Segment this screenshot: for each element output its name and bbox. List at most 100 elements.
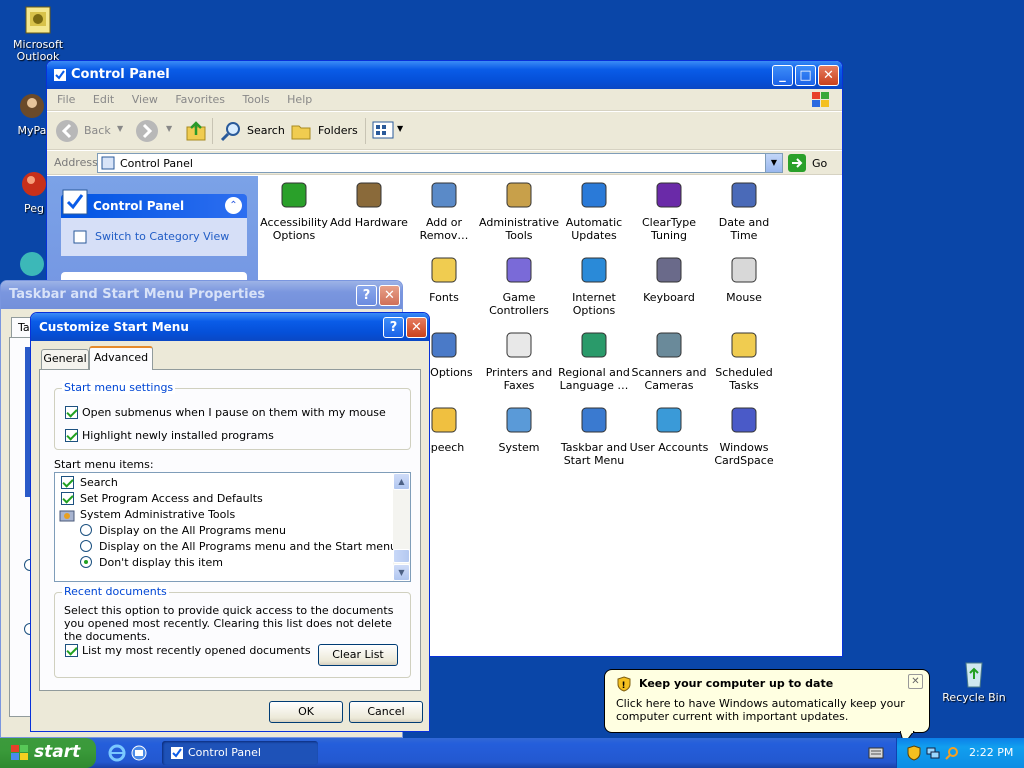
- outlook-express-icon[interactable]: [130, 744, 148, 762]
- taskbar: start Control Panel 2:22 PM: [0, 738, 1024, 768]
- menu-view[interactable]: View: [132, 93, 158, 106]
- radio-dont-display[interactable]: [80, 556, 92, 568]
- update-balloon[interactable]: ! Keep your computer up to date ✕ Click …: [604, 669, 930, 733]
- help-button[interactable]: ?: [356, 285, 377, 306]
- views-button[interactable]: ▼: [372, 121, 408, 143]
- highlight-programs-checkbox[interactable]: [65, 429, 78, 442]
- radio-all-programs-and-start[interactable]: [80, 540, 92, 552]
- minimize-button[interactable]: _: [772, 65, 793, 86]
- settings-group-title: Start menu settings: [62, 381, 176, 394]
- collapse-chevron-icon[interactable]: ⌃: [225, 197, 242, 214]
- keyboard-language-icon[interactable]: [868, 747, 884, 759]
- menu-tools[interactable]: Tools: [243, 93, 270, 106]
- tab-panel: Start menu settings Open submenus when I…: [39, 369, 421, 691]
- security-shield-icon[interactable]: [907, 745, 921, 761]
- desktop-icon-outlook[interactable]: Microsoft Outlook: [0, 4, 76, 63]
- control-panel-item[interactable]: ClearType Tuning: [629, 178, 709, 242]
- go-button[interactable]: Go: [788, 153, 836, 173]
- menu-file[interactable]: File: [57, 93, 75, 106]
- control-panel-item[interactable]: Date and Time: [704, 178, 784, 242]
- control-panel-item[interactable]: Scheduled Tasks: [704, 328, 784, 392]
- open-submenus-checkbox[interactable]: [65, 406, 78, 419]
- maximize-button[interactable]: □: [795, 65, 816, 86]
- list-recent-checkbox[interactable]: [65, 644, 78, 657]
- menu-favorites[interactable]: Favorites: [175, 93, 225, 106]
- control-panel-item[interactable]: Add or Remov…: [404, 178, 484, 242]
- balloon-close-button[interactable]: ✕: [908, 674, 923, 689]
- control-panel-item[interactable]: Mouse: [704, 253, 784, 304]
- clear-list-button[interactable]: Clear List: [318, 644, 398, 666]
- control-panel-item[interactable]: Accessibility Options: [254, 178, 334, 242]
- list-item-dont-display: Don't display this item: [99, 556, 223, 569]
- item-label: Keyboard: [643, 291, 695, 304]
- address-value: Control Panel: [120, 157, 193, 170]
- menu-help[interactable]: Help: [287, 93, 312, 106]
- side-box-title: Control Panel: [93, 199, 185, 213]
- scroll-thumb[interactable]: [393, 549, 410, 563]
- control-panel-item[interactable]: Regional and Language …: [554, 328, 634, 392]
- program-access-checkbox[interactable]: [61, 492, 74, 505]
- system-icon: [506, 407, 532, 433]
- close-button[interactable]: ✕: [379, 285, 400, 306]
- control-panel-item[interactable]: User Accounts: [629, 403, 709, 454]
- control-panel-item[interactable]: Internet Options: [554, 253, 634, 317]
- control-panel-item[interactable]: Add Hardware: [329, 178, 409, 229]
- menu-edit[interactable]: Edit: [93, 93, 114, 106]
- control-panel-item[interactable]: Taskbar and Start Menu: [554, 403, 634, 467]
- item-label: ClearType Tuning: [641, 216, 697, 242]
- control-panel-item[interactable]: Administrative Tools: [479, 178, 559, 242]
- back-dropdown-icon[interactable]: ▼: [117, 124, 123, 133]
- network-icon[interactable]: [926, 746, 940, 760]
- control-panel-item[interactable]: Windows CardSpace: [704, 403, 784, 467]
- customize-titlebar[interactable]: Customize Start Menu ? ✕: [31, 313, 429, 341]
- globe-icon: [581, 257, 607, 283]
- control-panel-item[interactable]: Printers and Faxes: [479, 328, 559, 392]
- up-folder-icon[interactable]: [184, 119, 208, 143]
- users-icon: [656, 407, 682, 433]
- switch-category-view-link[interactable]: Switch to Category View: [95, 230, 229, 243]
- control-panel-item[interactable]: Automatic Updates: [554, 178, 634, 242]
- forward-arrow-icon[interactable]: [135, 119, 159, 143]
- taskbar-properties-titlebar[interactable]: Taskbar and Start Menu Properties ? ✕: [1, 281, 402, 309]
- forward-dropdown-icon[interactable]: ▼: [166, 124, 172, 133]
- tab-general[interactable]: General: [41, 349, 89, 369]
- tab-advanced[interactable]: Advanced: [89, 346, 153, 370]
- clock[interactable]: 2:22 PM: [969, 746, 1013, 759]
- button-label: Cancel: [367, 705, 405, 718]
- regional-globe-icon: [581, 332, 607, 358]
- list-scrollbar[interactable]: ▲ ▼: [393, 473, 410, 581]
- close-button[interactable]: ✕: [406, 317, 427, 338]
- start-menu-items-list[interactable]: Search Set Program Access and Defaults S…: [54, 472, 411, 582]
- dialog-title: Taskbar and Start Menu Properties: [9, 287, 266, 302]
- help-button[interactable]: ?: [383, 317, 404, 338]
- windows-flag-icon: [11, 745, 28, 760]
- fonts-folder-icon: [431, 257, 457, 283]
- folders-button[interactable]: Folders: [290, 119, 360, 143]
- scroll-down-button[interactable]: ▼: [393, 564, 410, 581]
- cancel-button[interactable]: Cancel: [349, 701, 423, 723]
- start-button[interactable]: start: [0, 738, 96, 768]
- control-panel-item[interactable]: Keyboard: [629, 253, 709, 304]
- control-panel-item[interactable]: Scanners and Cameras: [629, 328, 709, 392]
- taskbar-button-control-panel[interactable]: Control Panel: [162, 741, 318, 765]
- internet-explorer-icon[interactable]: [108, 744, 126, 762]
- ok-button[interactable]: OK: [269, 701, 343, 723]
- search-label: Search: [247, 124, 285, 137]
- control-panel-item[interactable]: System: [479, 403, 559, 454]
- desktop-icon-label: Peg: [24, 202, 44, 215]
- scroll-up-button[interactable]: ▲: [393, 473, 410, 490]
- back-button[interactable]: Back: [55, 119, 125, 143]
- address-label: Address: [54, 156, 98, 169]
- search-button[interactable]: Search: [220, 119, 285, 143]
- address-field[interactable]: Control Panel ▼: [97, 153, 783, 173]
- cleartype-icon: [656, 182, 682, 208]
- control-panel-item[interactable]: Game Controllers: [479, 253, 559, 317]
- address-dropdown-button[interactable]: ▼: [765, 154, 782, 172]
- control-panel-titlebar[interactable]: Control Panel _ □ ✕: [47, 61, 842, 89]
- close-button[interactable]: ✕: [818, 65, 839, 86]
- radio-all-programs[interactable]: [80, 524, 92, 536]
- search-checkbox[interactable]: [61, 476, 74, 489]
- search-tray-icon[interactable]: [945, 746, 959, 760]
- desktop-icon-recycle-bin[interactable]: Recycle Bin: [936, 657, 1012, 704]
- control-panel-item[interactable]: Fonts: [404, 253, 484, 304]
